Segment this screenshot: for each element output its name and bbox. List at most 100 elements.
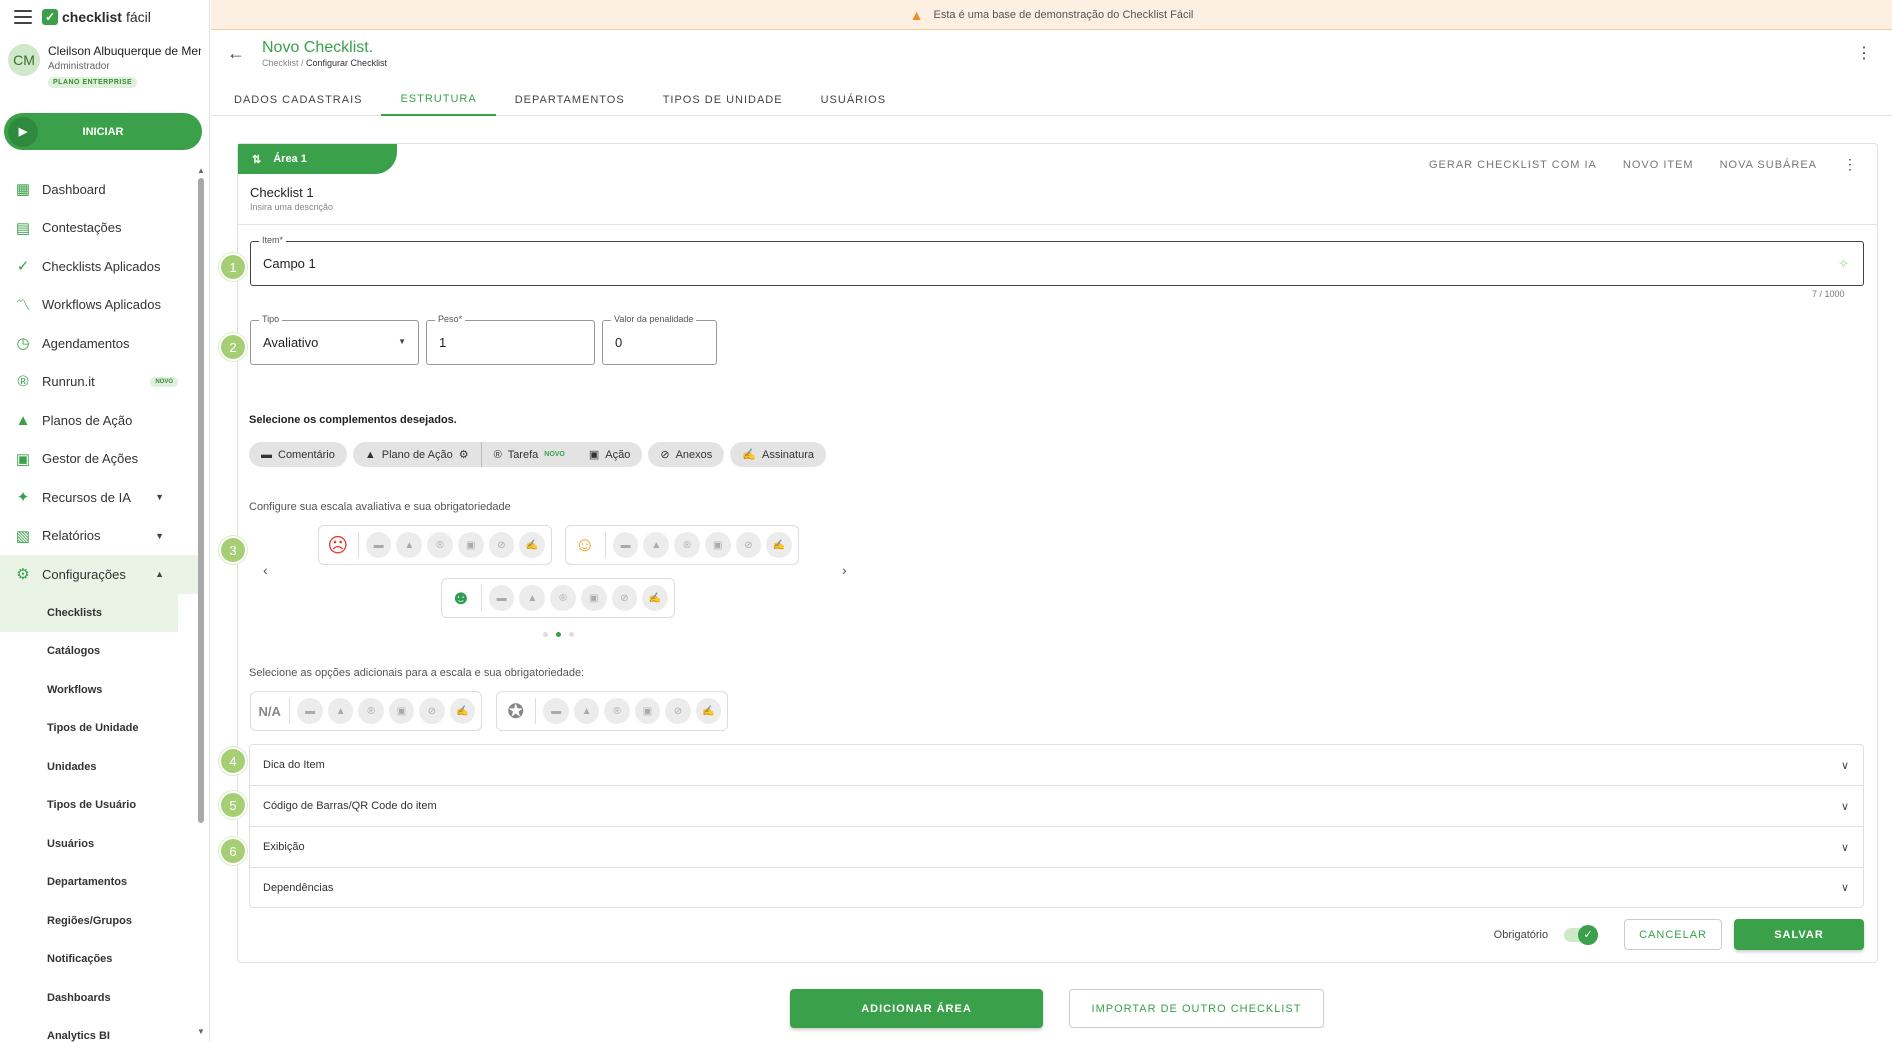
scale-option-bad[interactable]: ☹ ▬ ▲ ® ▣ ⊘ ✍ (318, 525, 552, 565)
app-logo[interactable]: ✓ checklist fácil (42, 9, 151, 25)
area-tag[interactable]: ⇅ Área 1 (238, 144, 397, 174)
warning-icon[interactable]: ▲ (573, 698, 600, 724)
sidebar-item-configuracoes[interactable]: ⚙ Configurações ▲ (0, 555, 200, 594)
submenu-item-departamentos[interactable]: Departamentos (0, 863, 200, 902)
extra-option-na[interactable]: N/A ▬ ▲ ® ▣ ⊘ ✍ (250, 691, 482, 731)
breadcrumb-root[interactable]: Checklist / (262, 58, 304, 68)
menu-icon[interactable] (14, 10, 32, 24)
paperclip-icon[interactable]: ⊘ (419, 698, 445, 724)
checklist-title[interactable]: Checklist 1 (250, 185, 314, 200)
kanban-icon[interactable]: ▣ (457, 532, 484, 558)
cancel-button[interactable]: CANCELAR (1624, 919, 1722, 950)
sidebar-item-relatorios[interactable]: ▧ Relatórios ▼ (0, 517, 200, 556)
more-vert-icon[interactable]: ⋮ (1856, 43, 1872, 63)
paperclip-icon[interactable]: ⊘ (665, 698, 691, 724)
new-subarea-button[interactable]: NOVA SUBÁREA (1720, 159, 1817, 171)
signature-icon[interactable]: ✍ (766, 532, 793, 558)
submenu-item-dashboards[interactable]: Dashboards (0, 979, 200, 1018)
start-button[interactable]: ▶ INICIAR (4, 113, 202, 150)
submenu-item-regioes[interactable]: Regiões/Grupos (0, 902, 200, 941)
chip-plano-acao[interactable]: ▲ Plano de Ação ⚙ (353, 442, 481, 467)
chip-assinatura[interactable]: ✍ Assinatura (730, 442, 826, 467)
submenu-item-workflows[interactable]: Workflows (0, 671, 200, 710)
carousel-dot[interactable] (543, 632, 548, 637)
tab-departamentos[interactable]: DEPARTAMENTOS (496, 83, 644, 116)
item-field[interactable]: Item* Campo 1 ✧ (250, 235, 1864, 286)
collapse-icon[interactable]: ⇅ (252, 153, 261, 166)
accordion-codigo-barras[interactable]: Código de Barras/QR Code do item ∨ (249, 785, 1864, 826)
warning-icon[interactable]: ▲ (643, 532, 670, 558)
submenu-item-usuarios[interactable]: Usuários (0, 825, 200, 864)
tipo-select[interactable]: Tipo Avaliativo ▼ (250, 314, 419, 365)
warning-icon[interactable]: ▲ (396, 532, 423, 558)
generate-ai-button[interactable]: GERAR CHECKLIST COM IA (1429, 159, 1597, 171)
sidebar-item-recursos-ia[interactable]: ✦ Recursos de IA ▼ (0, 478, 200, 517)
accordion-dica-item[interactable]: Dica do Item ∨ (249, 744, 1864, 785)
kanban-icon[interactable]: ▣ (388, 698, 415, 724)
checklist-description[interactable]: Insira uma descrição (250, 202, 333, 212)
accordion-dependencias[interactable]: Dependências ∨ (249, 867, 1864, 908)
comment-icon[interactable]: ▬ (297, 698, 323, 724)
sidebar-item-runrun[interactable]: ® Runrun.it NOVO (0, 363, 200, 402)
scale-option-good[interactable]: ☻ ▬ ▲ ® ▣ ⊘ ✍ (441, 578, 675, 618)
kanban-icon[interactable]: ▣ (704, 532, 731, 558)
sidebar-item-dashboard[interactable]: ▦ Dashboard (0, 170, 200, 209)
sidebar-item-checklists-aplicados[interactable]: ✓ Checklists Aplicados (0, 247, 200, 286)
runrun-icon[interactable]: ® (604, 698, 630, 724)
submenu-item-tipos-unidade[interactable]: Tipos de Unidade (0, 709, 200, 748)
runrun-icon[interactable]: ® (674, 532, 700, 558)
runrun-icon[interactable]: ® (550, 585, 576, 611)
warning-icon[interactable]: ▲ (519, 585, 546, 611)
tab-tipos-unidade[interactable]: TIPOS DE UNIDADE (644, 83, 802, 116)
runrun-icon[interactable]: ® (358, 698, 384, 724)
back-arrow-icon[interactable]: ← (227, 43, 245, 64)
extra-option-badge[interactable]: ✪ ▬ ▲ ® ▣ ⊘ ✍ (496, 691, 728, 731)
more-vert-icon[interactable]: ⋮ (1843, 156, 1857, 173)
import-checklist-button[interactable]: IMPORTAR DE OUTRO CHECKLIST (1069, 989, 1324, 1028)
sidebar-scrollbar[interactable]: ▲ ▼ (196, 166, 206, 1036)
submenu-item-analytics[interactable]: Analytics BI (0, 1017, 200, 1042)
sidebar-item-agendamentos[interactable]: ◷ Agendamentos (0, 324, 200, 363)
magic-wand-icon[interactable]: ✧ (1838, 256, 1849, 272)
scale-option-neutral[interactable]: ☺ ▬ ▲ ® ▣ ⊘ ✍ (565, 525, 799, 565)
carousel-dot[interactable] (569, 632, 574, 637)
tab-usuarios[interactable]: USUÁRIOS (802, 83, 905, 116)
signature-icon[interactable]: ✍ (695, 698, 722, 724)
submenu-item-unidades[interactable]: Unidades (0, 748, 200, 787)
user-profile[interactable]: CM Cleilson Albuquerque de Mene Administ… (0, 34, 209, 100)
kanban-icon[interactable]: ▣ (634, 698, 661, 724)
new-item-button[interactable]: NOVO ITEM (1623, 159, 1694, 171)
signature-icon[interactable]: ✍ (519, 532, 546, 558)
gear-icon[interactable]: ⚙ (459, 448, 469, 461)
tab-estrutura[interactable]: ESTRUTURA (381, 83, 496, 116)
submenu-item-checklists[interactable]: Checklists (0, 593, 178, 632)
scrollbar-thumb[interactable] (198, 178, 204, 823)
penalty-field[interactable]: Valor da penalidade 0 (602, 314, 717, 365)
sidebar-item-workflows-aplicados[interactable]: 〽 Workflows Aplicados (0, 286, 200, 325)
paperclip-icon[interactable]: ⊘ (611, 585, 638, 611)
chevron-left-icon[interactable]: ‹ (263, 562, 268, 578)
submenu-item-tipos-usuario[interactable]: Tipos de Usuário (0, 786, 200, 825)
chip-acao[interactable]: ▣ Ação (577, 442, 642, 467)
sidebar-item-contestacoes[interactable]: ▤ Contestações (0, 209, 200, 248)
paperclip-icon[interactable]: ⊘ (735, 532, 762, 558)
chevron-right-icon[interactable]: › (842, 562, 847, 578)
signature-icon[interactable]: ✍ (642, 585, 669, 611)
chip-comentario[interactable]: ▬ Comentário (249, 442, 347, 467)
scroll-up-icon[interactable]: ▲ (197, 166, 205, 175)
accordion-exibicao[interactable]: Exibição ∨ (249, 826, 1864, 867)
runrun-icon[interactable]: ® (427, 532, 453, 558)
paperclip-icon[interactable]: ⊘ (488, 532, 515, 558)
comment-icon[interactable]: ▬ (365, 532, 392, 558)
scroll-down-icon[interactable]: ▼ (197, 1027, 205, 1036)
peso-field[interactable]: Peso* 1 (426, 314, 595, 365)
required-toggle[interactable]: ✓ (1564, 924, 1599, 945)
signature-icon[interactable]: ✍ (449, 698, 476, 724)
comment-icon[interactable]: ▬ (612, 532, 639, 558)
tab-dados-cadastrais[interactable]: DADOS CADASTRAIS (215, 83, 381, 116)
comment-icon[interactable]: ▬ (488, 585, 515, 611)
sidebar-item-planos-acao[interactable]: ▲ Planos de Ação (0, 401, 200, 440)
chip-tarefa[interactable]: ® Tarefa NOVO (482, 442, 577, 467)
submenu-item-notificacoes[interactable]: Notificações (0, 940, 200, 979)
chip-anexos[interactable]: ⊘ Anexos (648, 442, 725, 467)
